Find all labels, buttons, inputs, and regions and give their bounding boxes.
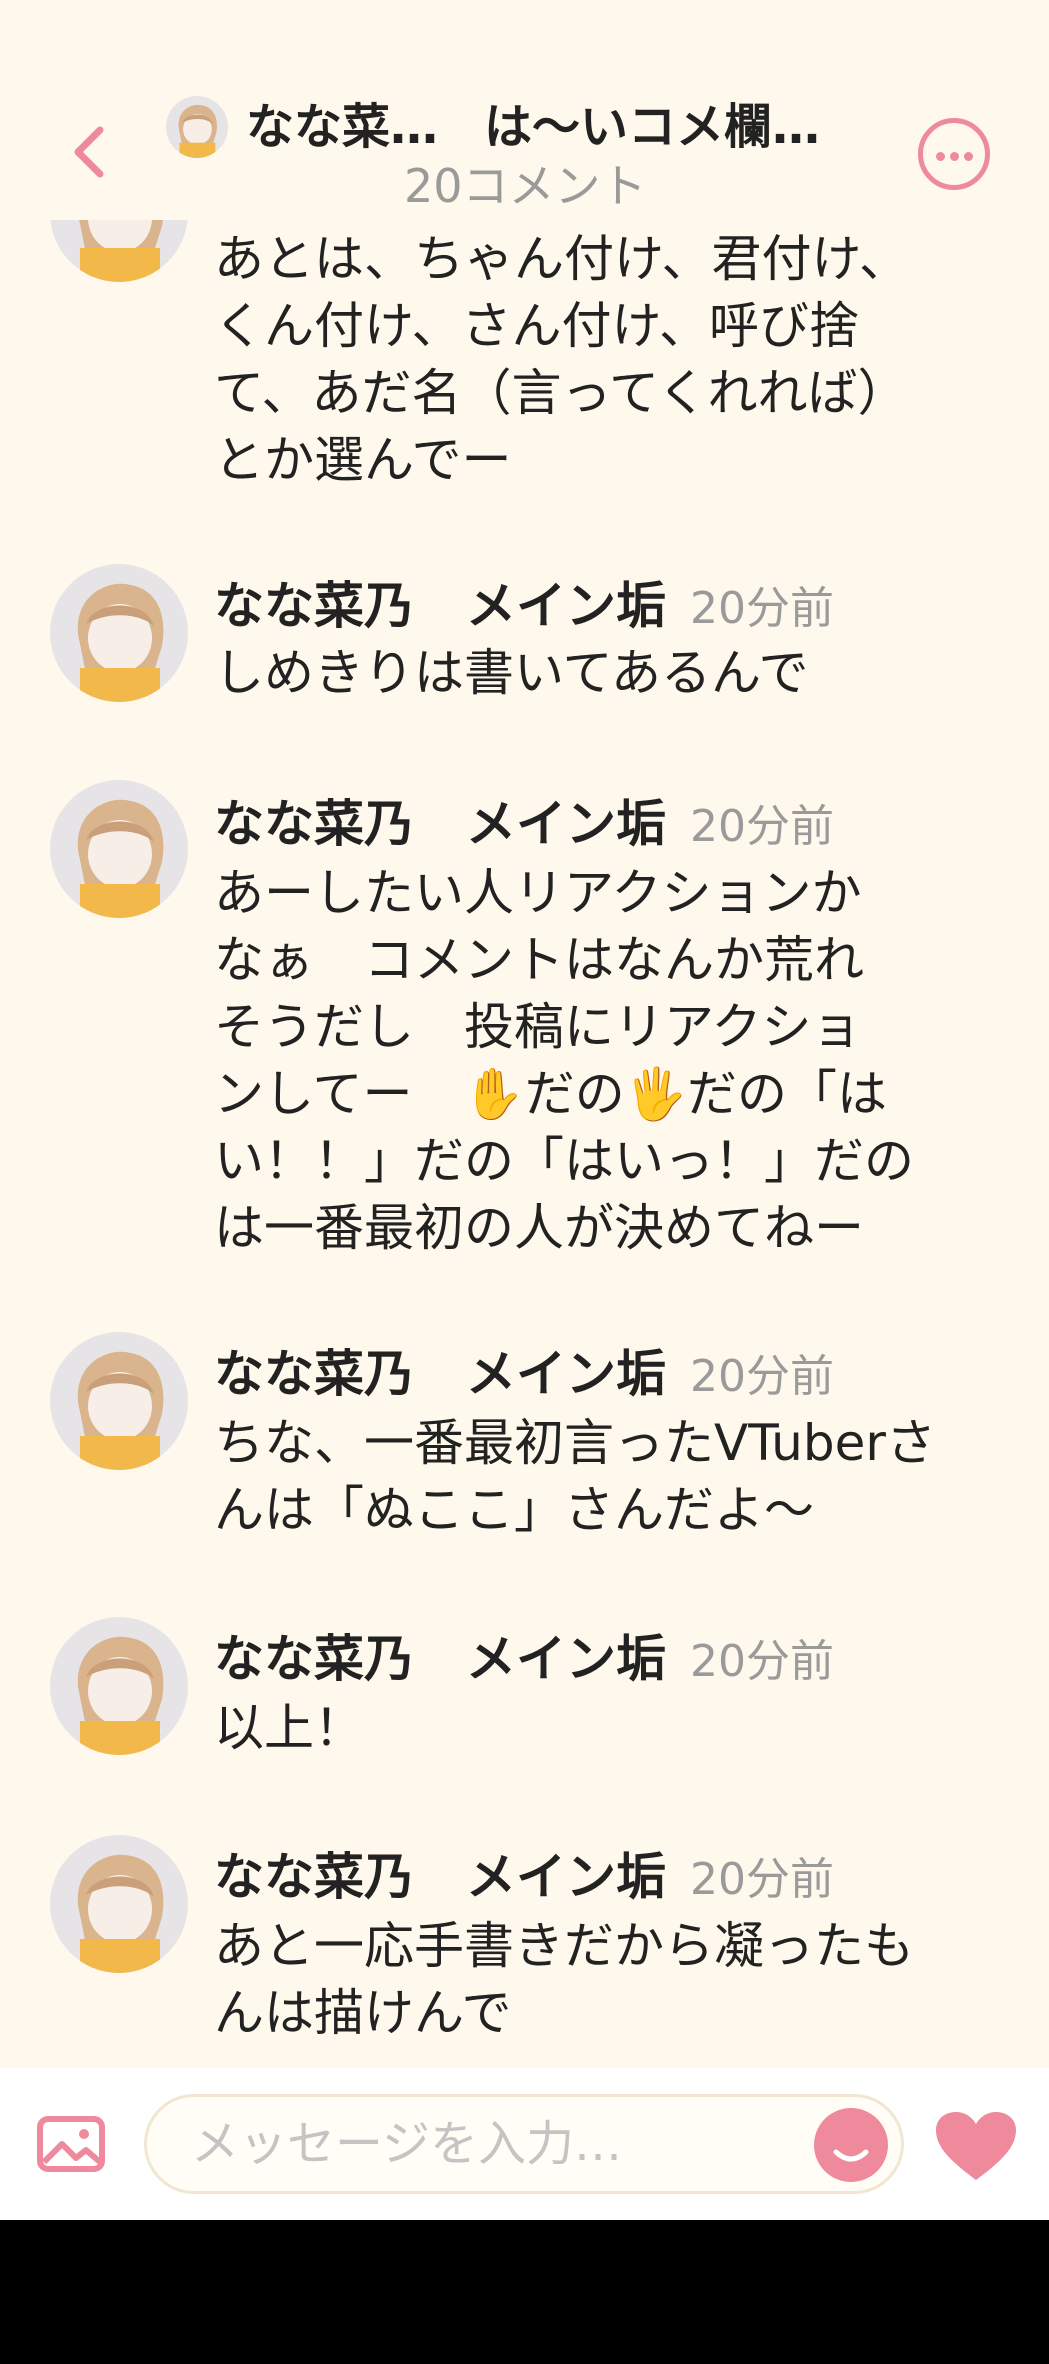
author-name[interactable]: なな菜乃 メイン垢 bbox=[214, 1630, 666, 1688]
message-input[interactable] bbox=[144, 2094, 904, 2194]
avatar[interactable] bbox=[50, 780, 188, 918]
top-header: なな菜… は〜いコメ欄… 20コメント bbox=[0, 0, 1049, 220]
message-header: なな菜乃 メイン垢 20分前 bbox=[214, 792, 834, 856]
thread-title: は〜いコメ欄… bbox=[484, 99, 821, 155]
image-icon bbox=[37, 2116, 105, 2172]
avatar-illustration bbox=[50, 1617, 188, 1755]
message-text: しめきりは書いてあるんで bbox=[214, 644, 809, 702]
author-name[interactable]: なな菜乃 メイン垢 bbox=[214, 1345, 666, 1403]
message-header: なな菜乃 メイン垢 20分前 bbox=[214, 574, 834, 638]
message-text: 以上！ bbox=[214, 1699, 364, 1757]
like-button[interactable] bbox=[934, 2110, 1018, 2182]
channel-name: なな菜… bbox=[246, 99, 439, 155]
comment-count: 20コメント bbox=[404, 159, 647, 213]
message-text: あとは、ちゃん付け、君付け、 くん付け、さん付け、呼び捨 て、あだ名（言ってくれ… bbox=[214, 230, 909, 489]
emoji-button[interactable] bbox=[814, 2108, 888, 2182]
message-time: 20分前 bbox=[690, 801, 834, 852]
back-button[interactable] bbox=[62, 122, 122, 182]
avatar[interactable] bbox=[50, 1332, 188, 1470]
message-input-bar bbox=[0, 2068, 1049, 2220]
message-text: あと一応手書きだから凝ったも んは描けんで bbox=[214, 1917, 914, 2042]
message-header: なな菜乃 メイン垢 20分前 bbox=[214, 1845, 834, 1909]
message-header: なな菜乃 メイン垢 20分前 bbox=[214, 1627, 834, 1691]
avatar[interactable] bbox=[50, 1617, 188, 1755]
more-options-button[interactable] bbox=[918, 118, 990, 190]
message-time: 20分前 bbox=[690, 1351, 834, 1402]
avatar[interactable] bbox=[50, 564, 188, 702]
smile-icon bbox=[833, 2149, 869, 2162]
message-time: 20分前 bbox=[690, 583, 834, 634]
chevron-left-icon bbox=[74, 126, 104, 178]
message-text: ちな、一番最初言ったVTuberさ んは「ぬここ」さんだよ〜 bbox=[214, 1414, 936, 1539]
system-navigation-area bbox=[0, 2220, 1049, 2364]
avatar-illustration bbox=[50, 1332, 188, 1470]
channel-avatar[interactable] bbox=[166, 96, 228, 158]
message-time: 20分前 bbox=[690, 1854, 834, 1905]
attach-image-button[interactable] bbox=[36, 2114, 106, 2174]
header-title: なな菜… は〜いコメ欄… bbox=[246, 92, 866, 162]
heart-icon bbox=[936, 2112, 1016, 2180]
avatar-illustration bbox=[50, 780, 188, 918]
message-header: なな菜乃 メイン垢 20分前 bbox=[214, 1342, 834, 1406]
message-time: 20分前 bbox=[690, 1636, 834, 1687]
author-name[interactable]: なな菜乃 メイン垢 bbox=[214, 1848, 666, 1906]
avatar-illustration bbox=[50, 1835, 188, 1973]
avatar-illustration bbox=[50, 564, 188, 702]
author-name[interactable]: なな菜乃 メイン垢 bbox=[214, 577, 666, 635]
author-name[interactable]: なな菜乃 メイン垢 bbox=[214, 795, 666, 853]
message-text: あーしたい人リアクションか なぁ コメントはなんか荒れ そうだし 投稿にリアクシ… bbox=[214, 864, 914, 1257]
avatar[interactable] bbox=[50, 1835, 188, 1973]
avatar-illustration bbox=[166, 96, 228, 158]
